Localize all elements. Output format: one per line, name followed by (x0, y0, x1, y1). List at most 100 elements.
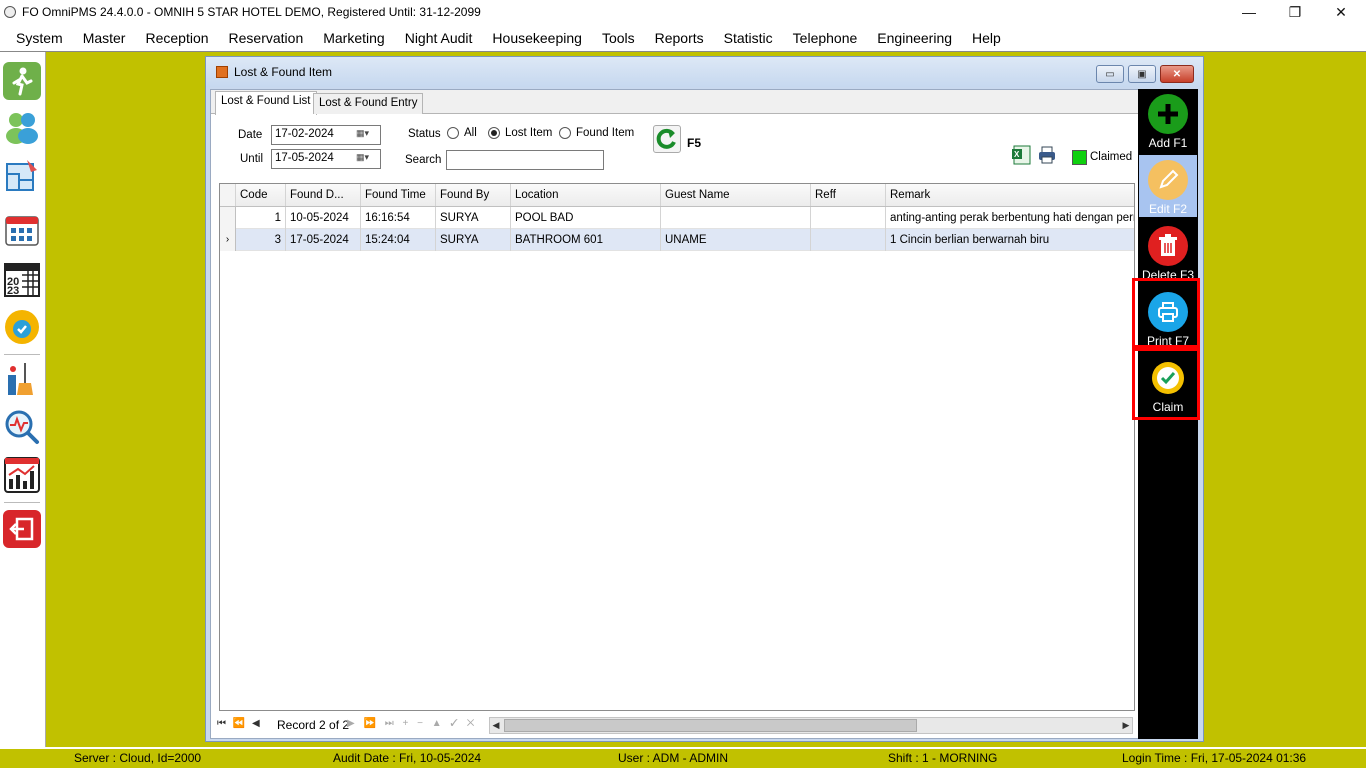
status-audit-date: Audit Date : Fri, 10-05-2024 (333, 751, 482, 765)
menu-night-audit[interactable]: Night Audit (395, 26, 483, 50)
child-minimize-button[interactable]: ▭ (1096, 65, 1124, 83)
menu-system[interactable]: System (0, 26, 73, 50)
nav-next-last-edit-buttons[interactable]: ▶ ⏩ ⏭ + − ▲ ✓ ✕ (347, 718, 477, 729)
status-label: Status (408, 128, 441, 140)
lost-found-grid[interactable]: Code Found D... Found Time Found By Loca… (219, 183, 1135, 711)
statistics-chart-icon[interactable] (3, 456, 41, 494)
child-close-button[interactable]: ✕ (1160, 65, 1194, 83)
toolbar-separator (4, 502, 40, 503)
calendar-dropdown-icon[interactable]: ▦▾ (356, 152, 378, 166)
analysis-search-icon[interactable] (3, 408, 41, 446)
date-from-input[interactable]: 17-02-2024 ▦▾ (271, 125, 381, 145)
left-toolbar: 20 23 (0, 52, 46, 747)
close-button[interactable]: ✕ (1318, 0, 1364, 24)
cell-found-date: 10-05-2024 (286, 207, 361, 229)
delete-icon (1148, 226, 1188, 266)
search-label: Search (405, 154, 442, 166)
status-user: User : ADM - ADMIN (618, 751, 729, 765)
row-indicator (220, 207, 236, 229)
edit-icon (1148, 160, 1188, 200)
child-titlebar: Lost & Found Item ▭ ▣ ✕ (206, 57, 1203, 87)
walk-in-icon[interactable] (3, 62, 41, 100)
window-icon (216, 66, 228, 78)
menu-statistic[interactable]: Statistic (714, 26, 783, 50)
refresh-button[interactable] (653, 125, 681, 153)
edit-button[interactable]: Edit F2 (1139, 155, 1197, 217)
date-until-value: 17-05-2024 (275, 152, 334, 164)
menu-tools[interactable]: Tools (592, 26, 645, 50)
menu-marketing[interactable]: Marketing (313, 26, 394, 50)
claimed-legend-swatch (1072, 150, 1087, 165)
radio-label: All (464, 127, 477, 139)
menu-reports[interactable]: Reports (645, 26, 714, 50)
menu-reservation[interactable]: Reservation (219, 26, 314, 50)
guest-profile-icon[interactable] (3, 108, 41, 146)
scroll-thumb[interactable] (504, 719, 917, 732)
restore-button[interactable]: ❐ (1272, 0, 1318, 24)
cell-remark: 1 Cincin berlian berwarnah biru (890, 234, 1050, 246)
toolbar-separator (4, 354, 40, 355)
cell-reff (811, 207, 886, 229)
room-availability-icon[interactable] (3, 212, 41, 250)
col-code[interactable]: Code (236, 184, 286, 206)
tab-lost-found-entry[interactable]: Lost & Found Entry (313, 93, 424, 114)
menu-housekeeping[interactable]: Housekeeping (482, 26, 592, 50)
window-title: FO OmniPMS 24.4.0.0 - OMNIH 5 STAR HOTEL… (22, 5, 481, 19)
minimize-button[interactable]: — (1226, 0, 1272, 24)
calendar-dropdown-icon[interactable]: ▦▾ (356, 128, 378, 142)
record-counter: Record 2 of 2 (277, 718, 350, 732)
add-button-label: Add F1 (1148, 136, 1188, 150)
menu-telephone[interactable]: Telephone (783, 26, 868, 50)
cell-location: POOL BAD (511, 207, 661, 229)
cell-remark: anting-anting perak berbentung hati deng… (890, 212, 1134, 224)
grid-navigator: ⏮ ⏪ ◀ Record 2 of 2 ▶ ⏩ ⏭ + − ▲ ✓ ✕ ◀ ▶ (211, 712, 1138, 738)
housekeeping-icon[interactable] (3, 360, 41, 398)
menu-reception[interactable]: Reception (135, 26, 218, 50)
add-button[interactable]: Add F1 (1139, 89, 1197, 151)
col-location[interactable]: Location (511, 184, 661, 206)
printer-icon[interactable] (1037, 145, 1057, 168)
col-guest-name[interactable]: Guest Name (661, 184, 811, 206)
claimed-legend-label: Claimed (1090, 151, 1133, 163)
child-title: Lost & Found Item (234, 65, 333, 79)
cell-found-date: 17-05-2024 (286, 229, 361, 251)
exit-icon[interactable] (3, 510, 41, 548)
col-found-date[interactable]: Found D... (286, 184, 361, 206)
cell-reff (811, 229, 886, 251)
table-row-selected[interactable]: › 3 17-05-2024 15:24:04 SURYA BATHROOM 6… (220, 229, 1134, 251)
cell-code: 1 (236, 207, 286, 229)
scroll-right-arrow[interactable]: ▶ (1120, 719, 1132, 732)
scroll-left-arrow[interactable]: ◀ (490, 719, 502, 732)
delete-button[interactable]: Delete F3 (1139, 221, 1197, 283)
floor-plan-icon[interactable] (3, 156, 41, 194)
search-input[interactable] (446, 150, 604, 170)
col-found-time[interactable]: Found Time (361, 184, 436, 206)
svg-text:X: X (1014, 150, 1020, 159)
status-login-time: Login Time : Fri, 17-05-2024 01:36 (1122, 751, 1307, 765)
cell-guest-name: UNAME (661, 229, 811, 251)
calendar-icon[interactable]: 20 23 (3, 260, 41, 298)
child-body: Lost & Found List Lost & Found Entry Dat… (210, 89, 1139, 739)
status-radio-found-item[interactable]: Found Item (559, 127, 634, 139)
col-remark[interactable]: Remark (886, 184, 1134, 206)
svg-text:23: 23 (7, 285, 19, 297)
col-found-by[interactable]: Found By (436, 184, 511, 206)
row-indicator-header (220, 184, 236, 206)
col-reff[interactable]: Reff (811, 184, 886, 206)
status-radio-lost-item[interactable]: Lost Item (488, 127, 552, 139)
menu-help[interactable]: Help (962, 26, 1011, 50)
excel-export-icon[interactable]: X (1012, 145, 1032, 168)
horizontal-scrollbar[interactable]: ◀ ▶ (489, 717, 1133, 734)
child-maximize-button[interactable]: ▣ (1128, 65, 1156, 83)
nav-first-prev-buttons[interactable]: ⏮ ⏪ ◀ (217, 718, 262, 729)
status-shift: Shift : 1 - MORNING (888, 751, 998, 765)
status-radio-all[interactable]: All (447, 127, 477, 139)
date-from-value: 17-02-2024 (275, 128, 334, 140)
date-until-input[interactable]: 17-05-2024 ▦▾ (271, 149, 381, 169)
guarantee-badge-icon[interactable] (3, 308, 41, 346)
radio-circle (559, 127, 571, 139)
table-row[interactable]: 1 10-05-2024 16:16:54 SURYA POOL BAD ant… (220, 207, 1134, 229)
menu-master[interactable]: Master (73, 26, 136, 50)
tab-lost-found-list[interactable]: Lost & Found List (215, 91, 317, 115)
menu-engineering[interactable]: Engineering (867, 26, 962, 50)
